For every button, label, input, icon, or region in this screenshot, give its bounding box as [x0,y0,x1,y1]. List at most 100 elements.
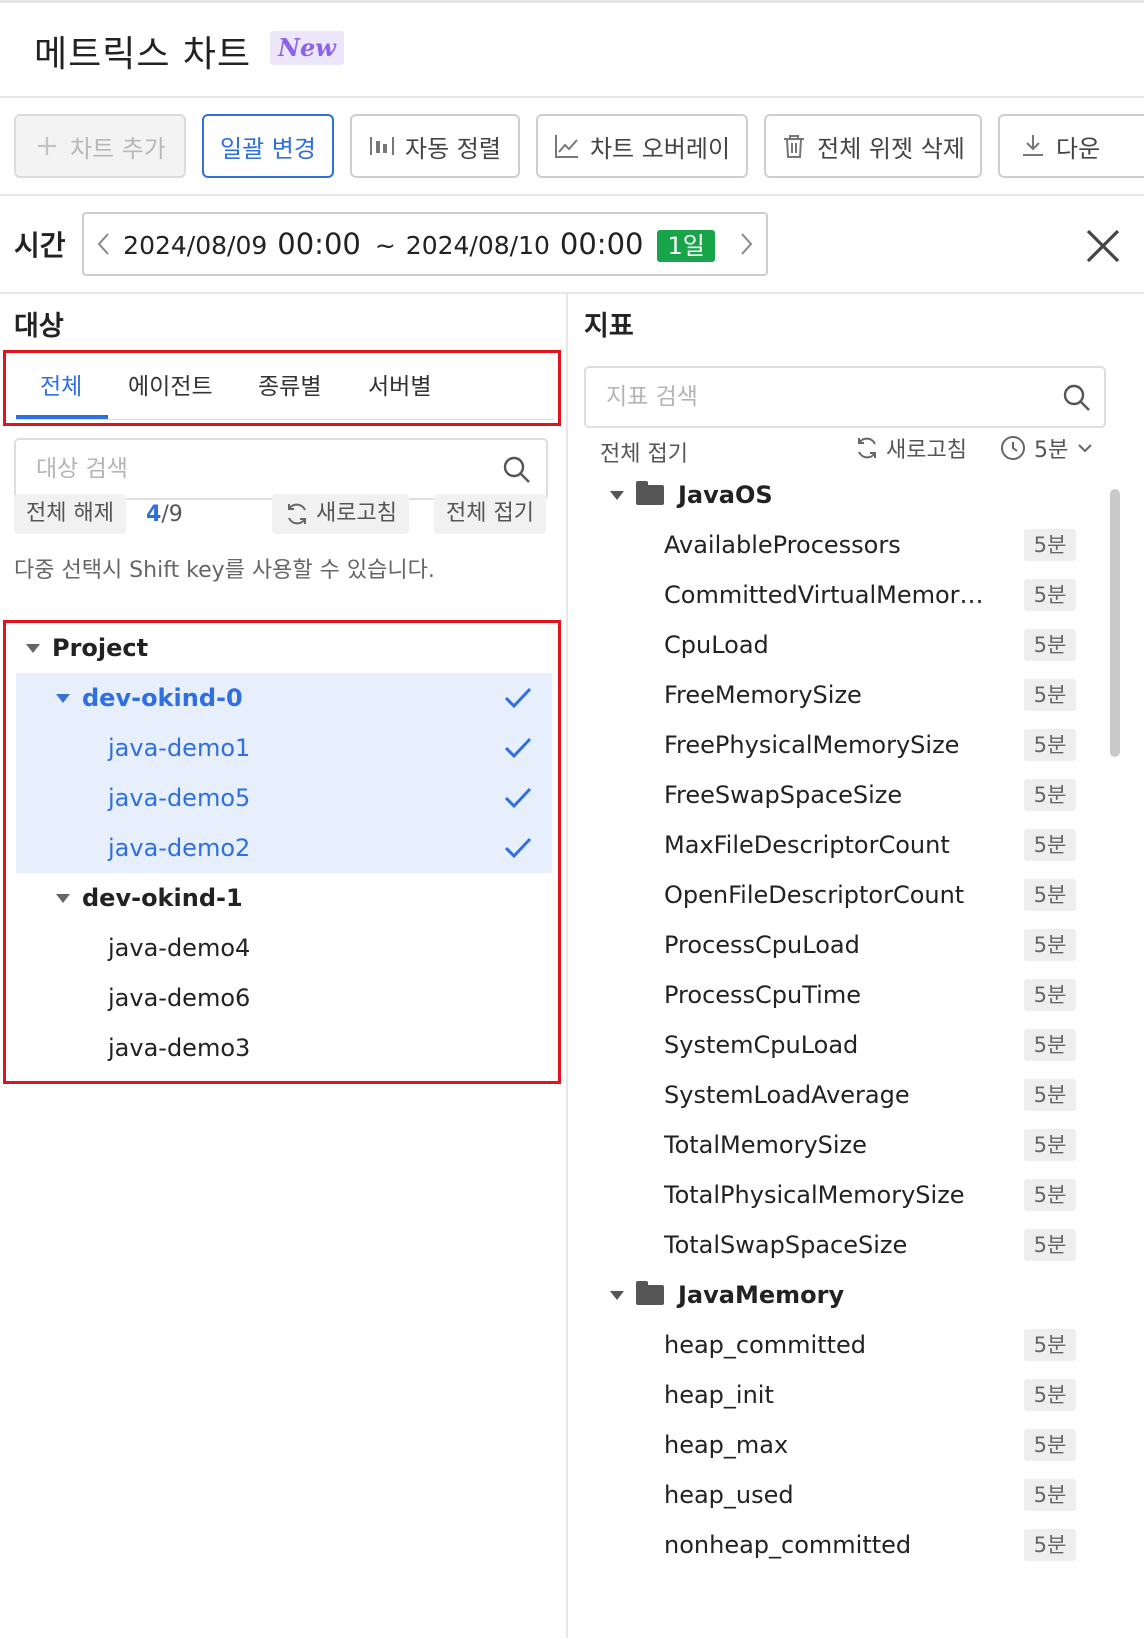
prev-range-button[interactable] [84,231,123,257]
metric-item[interactable]: heap_init 5분 [584,1370,1076,1420]
start-date: 2024/08/09 [123,230,268,260]
metric-item[interactable]: MaxFileDescriptorCount 5분 [584,820,1076,870]
metric-name: CommittedVirtualMemoryS... [664,581,994,609]
close-button[interactable] [1083,226,1123,266]
add-chart-button[interactable]: 차트 추가 [14,114,186,178]
interval-badge: 5분 [1024,1129,1076,1161]
metric-group-javaos[interactable]: JavaOS [584,470,773,520]
check-icon [504,687,532,709]
metric-name: FreeSwapSpaceSize [664,781,903,809]
tree-item-label: java-demo3 [108,1034,251,1062]
tree-item-java-demo2[interactable]: java-demo2 [16,823,552,873]
add-chart-label: 차트 추가 [70,134,166,163]
interval-badge: 5분 [1024,829,1076,861]
tree-item-label: java-demo2 [108,834,251,862]
metrics-collapse-all-button[interactable]: 전체 접기 [600,436,688,468]
interval-badge: 5분 [1024,979,1076,1011]
caret-down-icon [26,643,40,653]
interval-badge: 5분 [1024,1179,1076,1211]
metric-item[interactable]: FreePhysicalMemorySize 5분 [584,720,1076,770]
tab-all[interactable]: 전체 [40,367,82,401]
refresh-icon [288,503,306,525]
chart-overlay-button[interactable]: 차트 오버레이 [536,114,748,178]
target-tabs: 전체 에이전트 종류별 서버별 [3,350,561,426]
interval-badge: 5분 [1024,1329,1076,1361]
target-refresh-button[interactable]: 새로고침 [272,494,409,534]
auto-sort-label: 자동 정렬 [405,134,501,163]
metric-item[interactable]: SystemLoadAverage 5분 [584,1070,1076,1120]
metric-item[interactable]: CpuLoad 5분 [584,620,1076,670]
metric-item[interactable]: FreeMemorySize 5분 [584,670,1076,720]
search-icon[interactable] [502,455,532,485]
tree-group-dev-okind-0[interactable]: dev-okind-0 [16,673,552,723]
chevron-down-icon [1078,444,1092,453]
metric-item[interactable]: FreeSwapSpaceSize 5분 [584,770,1076,820]
metric-item[interactable]: nonheap_committed 5분 [584,1520,1076,1570]
metric-item[interactable]: SystemCpuLoad 5분 [584,1020,1076,1070]
time-row: 시간 2024/08/09 00:00 ~ 2024/08/10 00:00 1… [0,196,1144,294]
metric-group-javamemory[interactable]: JavaMemory [584,1270,844,1320]
metrics-scrollbar[interactable] [1110,489,1120,757]
range-badge: 1일 [657,229,715,262]
selected-count: 4/9 [146,502,183,527]
deselect-all-button[interactable]: 전체 해제 [14,494,126,534]
download-icon [1020,133,1046,159]
metric-item[interactable]: ProcessCpuTime 5분 [584,970,1076,1020]
metric-item[interactable]: TotalMemorySize 5분 [584,1120,1076,1170]
check-icon [504,837,532,859]
tree-root-project[interactable]: Project [16,623,552,673]
metric-item[interactable]: OpenFileDescriptorCount 5분 [584,870,1076,920]
next-range-button[interactable] [727,231,766,257]
chevron-right-icon [741,233,753,255]
metric-group-label: JavaOS [678,481,773,509]
trash-icon [781,133,807,159]
search-icon[interactable] [1062,383,1092,413]
target-collapse-all-button[interactable]: 전체 접기 [434,494,546,534]
line-chart-icon [554,133,580,159]
interval-badge: 5분 [1024,1529,1076,1561]
download-button[interactable]: 다운 [998,114,1144,178]
metric-item[interactable]: AvailableProcessors 5분 [584,520,1076,570]
bulk-change-button[interactable]: 일괄 변경 [202,114,334,178]
tab-agent[interactable]: 에이전트 [128,367,213,401]
caret-down-icon [56,693,70,703]
tree-item-java-demo3[interactable]: java-demo3 [16,1023,552,1073]
tree-item-java-demo4[interactable]: java-demo4 [16,923,552,973]
metric-item[interactable]: ProcessCpuLoad 5분 [584,920,1076,970]
interval-select[interactable]: 5분 [1000,432,1094,464]
metric-item[interactable]: heap_max 5분 [584,1420,1076,1470]
metric-item[interactable]: TotalSwapSpaceSize 5분 [584,1220,1076,1270]
metric-item[interactable]: heap_used 5분 [584,1470,1076,1520]
metric-name: heap_init [664,1381,774,1409]
tree-group-label: dev-okind-1 [82,884,243,912]
auto-sort-button[interactable]: 자동 정렬 [350,114,520,178]
metric-name: TotalPhysicalMemorySize [664,1181,965,1209]
tree-group-dev-okind-1[interactable]: dev-okind-1 [16,873,552,923]
time-range-picker[interactable]: 2024/08/09 00:00 ~ 2024/08/10 00:00 1일 [82,212,768,276]
multi-select-hint: 다중 선택시 Shift key를 사용할 수 있습니다. [14,558,435,583]
metrics-search-input[interactable] [606,378,1046,416]
interval-badge: 5분 [1024,1029,1076,1061]
metric-name: heap_committed [664,1331,867,1359]
metrics-refresh-label: 새로고침 [886,438,967,463]
tree-item-java-demo6[interactable]: java-demo6 [16,973,552,1023]
metric-item[interactable]: CommittedVirtualMemoryS... 5분 [584,570,1076,620]
close-icon [1086,229,1120,263]
metric-item[interactable]: heap_committed 5분 [584,1320,1076,1370]
interval-badge: 5분 [1024,1429,1076,1461]
check-icon [504,737,532,759]
metric-name: AvailableProcessors [664,531,901,559]
target-panel: 대상 전체 에이전트 종류별 서버별 전체 해제 4/9 새로고침 전체 접기 … [0,294,568,1638]
tab-by-type[interactable]: 종류별 [258,367,321,401]
metric-name: heap_max [664,1431,789,1459]
metric-name: ProcessCpuLoad [664,931,860,959]
metrics-refresh-button[interactable]: 새로고침 [854,432,967,464]
target-search-input[interactable] [36,450,476,488]
tree-item-java-demo5[interactable]: java-demo5 [16,773,552,823]
metric-item[interactable]: TotalPhysicalMemorySize 5분 [584,1170,1076,1220]
interval-badge: 5분 [1024,1079,1076,1111]
delete-all-widgets-button[interactable]: 전체 위젯 삭제 [764,114,982,178]
chart-overlay-label: 차트 오버레이 [589,134,731,163]
tab-by-server[interactable]: 서버별 [368,367,431,401]
tree-item-java-demo1[interactable]: java-demo1 [16,723,552,773]
